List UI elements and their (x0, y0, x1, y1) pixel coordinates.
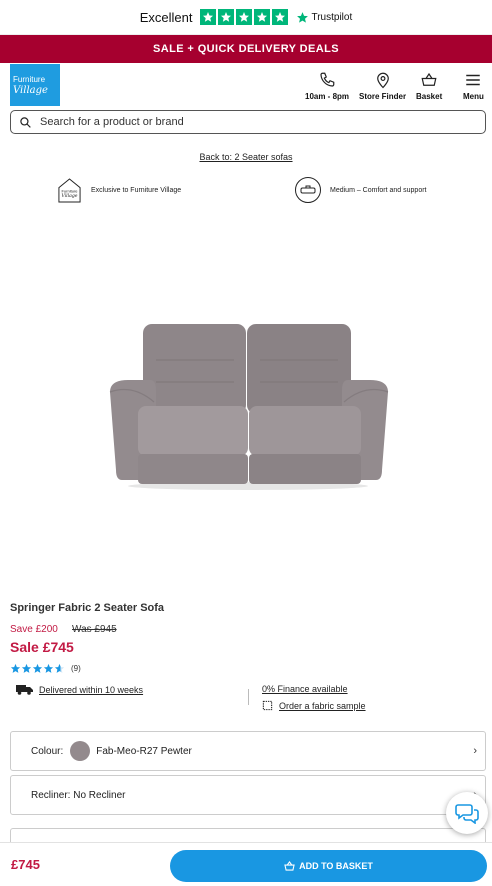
add-to-basket-label: ADD TO BASKET (299, 861, 373, 871)
delivery-info-link[interactable]: Delivered within 10 weeks (16, 684, 143, 695)
colour-selector[interactable]: Colour: Fab-Meo-R27 Pewter › (10, 731, 486, 771)
feature-exclusive-label: Exclusive to Furniture Village (91, 187, 182, 194)
chat-button[interactable] (446, 792, 488, 834)
star-icon (32, 663, 43, 673)
trustpilot-stars (200, 9, 289, 25)
search-icon (20, 116, 31, 128)
trustpilot-star-icon (236, 9, 253, 25)
feature-comfort-label: Medium – Comfort and support (330, 186, 427, 194)
delivery-truck-icon (16, 685, 33, 695)
product-rating[interactable]: (9) (10, 663, 81, 674)
star-icon (21, 663, 32, 673)
location-pin-icon (376, 72, 389, 89)
fabric-sample-link[interactable]: Order a fabric sample (262, 700, 366, 711)
house-logo-icon: Furniture Village (58, 178, 81, 203)
star-icon (43, 663, 54, 673)
rating-stars (10, 663, 65, 674)
finance-text: 0% Finance available (262, 684, 348, 694)
product-was-price: Was £945 (72, 624, 117, 635)
search-bar[interactable] (10, 110, 486, 134)
star-icon (10, 663, 21, 673)
recliner-label: Recliner: No Recliner (31, 789, 126, 801)
colour-swatch (70, 741, 91, 761)
add-to-basket-button[interactable]: ADD TO BASKET (170, 850, 487, 882)
product-save: Save £200 (10, 624, 58, 635)
sofa-illustration (109, 324, 389, 490)
hamburger-menu-icon (466, 74, 481, 86)
review-count: (9) (71, 664, 81, 673)
basket-label: Basket (416, 92, 443, 101)
trustpilot-star-icon (200, 9, 217, 25)
house-logo-text-1: Furniture (61, 188, 78, 193)
logo-line-2: Village (13, 85, 48, 96)
fabric-sample-icon (262, 700, 273, 711)
trustpilot-star-icon (254, 9, 271, 25)
trustpilot-rating-word: Excellent (139, 9, 193, 25)
colour-label: Colour: (31, 745, 64, 757)
menu-label: Menu (463, 92, 484, 101)
product-sale-price: Sale £745 (10, 639, 74, 655)
opening-hours-label: 10am - 8pm (305, 92, 350, 101)
feature-exclusive: Furniture Village Exclusive to Furniture… (57, 177, 181, 204)
recliner-selector[interactable]: Recliner: No Recliner › (10, 775, 486, 815)
fabric-sample-text: Order a fabric sample (279, 700, 366, 711)
store-finder-label: Store Finder (359, 92, 407, 101)
menu-button[interactable]: Menu (463, 71, 484, 101)
sticky-price: £745 (11, 857, 40, 872)
trustpilot-bar[interactable]: Excellent Trustpilot (0, 0, 492, 35)
basket-icon (421, 72, 437, 86)
promo-text: SALE + QUICK DELIVERY DEALS (153, 43, 339, 55)
sticky-purchase-bar: £745 ADD TO BASKET (0, 842, 492, 886)
delivery-info-text: Delivered within 10 weeks (39, 684, 144, 695)
basket-link[interactable]: Basket (416, 71, 442, 101)
half-star-icon (54, 663, 65, 673)
store-finder-link[interactable]: Store Finder (359, 71, 406, 101)
product-name: Springer Fabric 2 Seater Sofa (10, 602, 165, 614)
product-image[interactable] (108, 320, 390, 490)
chat-bubbles-icon (455, 804, 479, 824)
house-logo-text-2: Village (61, 193, 77, 199)
cushion-icon (300, 185, 316, 194)
comfort-icon (295, 177, 321, 203)
search-input[interactable] (40, 116, 460, 128)
trustpilot-star-logo-icon (297, 11, 309, 23)
opening-hours-link[interactable]: 10am - 8pm (305, 71, 349, 101)
furniture-village-logo[interactable]: Furniture Village (10, 64, 60, 106)
basket-icon (284, 861, 295, 871)
chevron-right-icon: › (473, 745, 477, 757)
promo-banner[interactable]: SALE + QUICK DELIVERY DEALS (0, 35, 492, 63)
trustpilot-brand: Trustpilot (311, 11, 353, 23)
trustpilot-star-icon (218, 9, 235, 25)
back-link[interactable]: Back to: 2 Seater sofas (0, 152, 492, 162)
site-header: Furniture Village 10am - 8pm Store Finde… (0, 63, 492, 109)
feature-comfort: Medium – Comfort and support (295, 177, 427, 203)
finance-link[interactable]: 0% Finance available (262, 684, 348, 694)
logo-line-1: Furniture (13, 75, 46, 84)
phone-icon (320, 72, 335, 87)
trustpilot-logo: Trustpilot (296, 11, 352, 24)
colour-value: Fab-Meo-R27 Pewter (96, 745, 192, 757)
info-divider (248, 689, 249, 705)
trustpilot-star-icon (272, 9, 289, 25)
